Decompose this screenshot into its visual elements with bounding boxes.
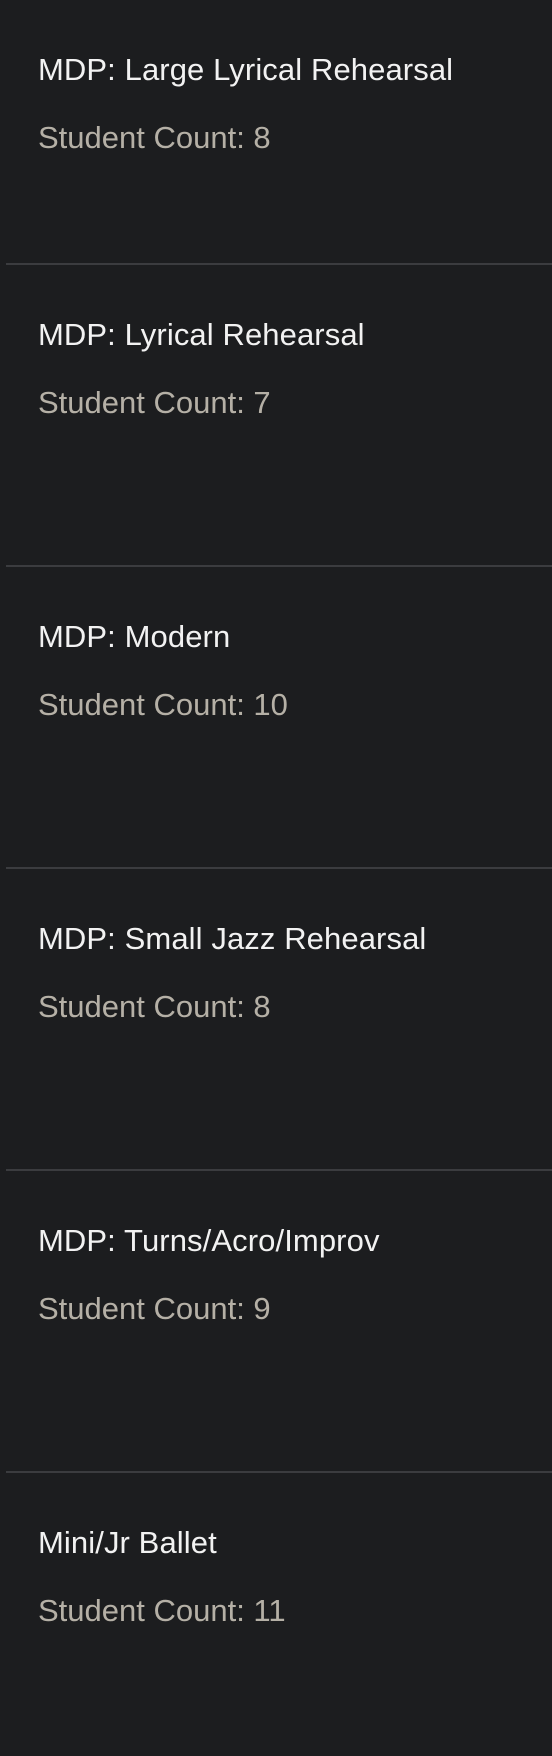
student-count: Student Count: 7 (38, 385, 271, 420)
student-count: Student Count: 8 (38, 120, 271, 155)
class-title: MDP: Lyrical Rehearsal (38, 317, 365, 352)
student-count: Student Count: 10 (38, 687, 288, 722)
class-list-item[interactable]: MDP: Large Lyrical Rehearsal Student Cou… (0, 0, 552, 265)
class-list-item[interactable]: MDP: Modern Student Count: 10 (0, 567, 552, 869)
class-list-item[interactable]: Mini/Jr Ballet Student Count: 11 (0, 1473, 552, 1756)
student-count: Student Count: 11 (38, 1593, 286, 1628)
class-list: MDP: Large Lyrical Rehearsal Student Cou… (0, 0, 552, 1756)
class-list-item[interactable]: MDP: Small Jazz Rehearsal Student Count:… (0, 869, 552, 1171)
class-list-item[interactable]: MDP: Turns/Acro/Improv Student Count: 9 (0, 1171, 552, 1473)
class-title: MDP: Small Jazz Rehearsal (38, 921, 427, 956)
class-title: Mini/Jr Ballet (38, 1525, 217, 1560)
student-count: Student Count: 8 (38, 989, 271, 1024)
class-title: MDP: Modern (38, 619, 231, 654)
class-title: MDP: Large Lyrical Rehearsal (38, 52, 454, 87)
class-title: MDP: Turns/Acro/Improv (38, 1223, 380, 1258)
student-count: Student Count: 9 (38, 1291, 271, 1326)
class-list-item[interactable]: MDP: Lyrical Rehearsal Student Count: 7 (0, 265, 552, 567)
